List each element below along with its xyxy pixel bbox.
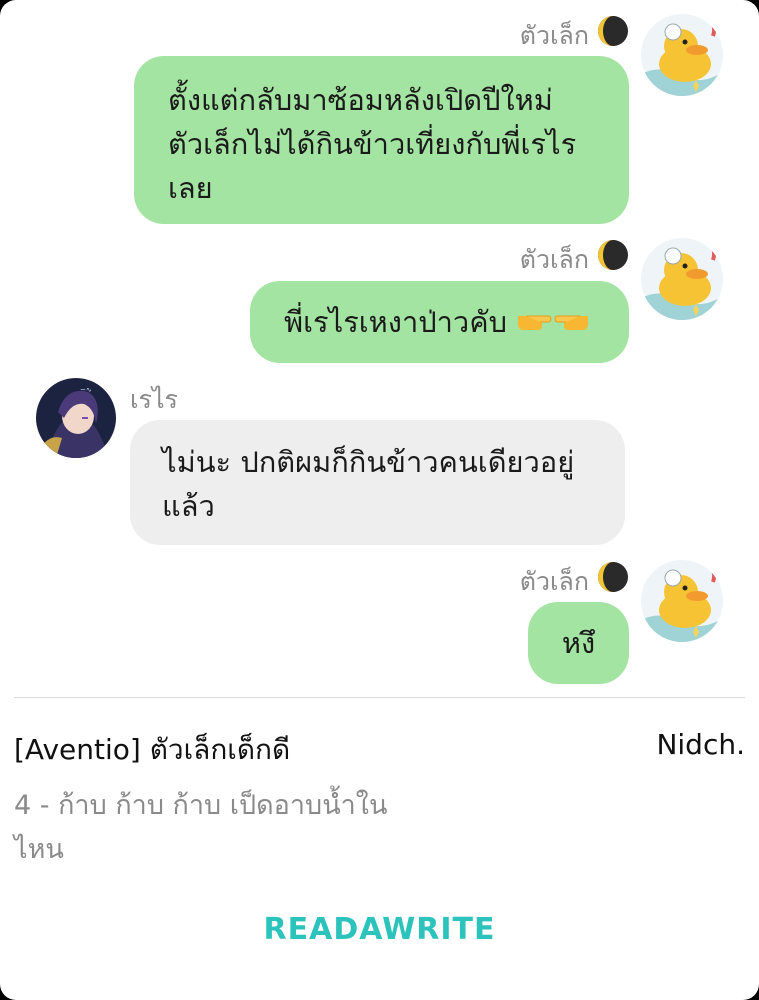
message-text: หงึ bbox=[561, 626, 596, 660]
sender-name: ตัวเล็ก bbox=[519, 21, 589, 50]
chapter-title[interactable]: 4 - ก้าบ ก้าบ ก้าบ เป็ดอาบน้ำใน ไหน bbox=[14, 784, 444, 872]
svg-text:~∿: ~∿ bbox=[80, 386, 92, 394]
message-bubble: หงึ bbox=[528, 602, 629, 684]
story-title[interactable]: [Aventio] ตัวเล็กเด็กดี bbox=[14, 728, 290, 772]
message-bubble: พี่เรไรเหงาป่าวคับ bbox=[250, 281, 629, 363]
author-name[interactable]: Nidch. bbox=[656, 728, 745, 761]
sender-name: ตัวเล็ก bbox=[519, 245, 589, 274]
message-line: เลย bbox=[168, 171, 213, 205]
duck-avatar[interactable] bbox=[641, 14, 723, 96]
sender-name: เรไร bbox=[130, 385, 178, 414]
message-line: ตัวเล็กไม่ได้กินข้าวเที่ยงกับพี่เรไร bbox=[168, 127, 577, 161]
moon-icon bbox=[598, 16, 628, 46]
moon-icon bbox=[598, 562, 628, 592]
moon-icon bbox=[598, 240, 628, 270]
duck-avatar[interactable] bbox=[641, 560, 723, 642]
message-bubble: ตั้งแต่กลับมาซ้อมหลังเปิดปีใหม่ ตัวเล็กไ… bbox=[134, 56, 629, 224]
message-bubble: ไม่นะ ปกติผมก็กินข้าวคนเดียวอยู่ แล้ว bbox=[130, 420, 625, 545]
character-avatar[interactable]: ~∿ bbox=[36, 378, 116, 458]
message-text: พี่เรไรเหงาป่าวคับ bbox=[284, 305, 508, 339]
message-line: แล้ว bbox=[162, 489, 215, 523]
sender-name: ตัวเล็ก bbox=[519, 567, 589, 596]
readawrite-logo: READAWRITE bbox=[263, 912, 496, 947]
divider bbox=[14, 697, 745, 698]
duck-avatar[interactable] bbox=[641, 238, 723, 320]
pointing-hands-emoji bbox=[516, 302, 590, 346]
chat-card: ตัวเล็ก ตั้งแต่กลับมาซ้อมหลังเปิดปีใหม่ … bbox=[0, 0, 759, 1000]
message-line: ไม่นะ ปกติผมก็กินข้าวคนเดียวอยู่ bbox=[162, 445, 575, 479]
message-line: ตั้งแต่กลับมาซ้อมหลังเปิดปีใหม่ bbox=[168, 83, 553, 117]
